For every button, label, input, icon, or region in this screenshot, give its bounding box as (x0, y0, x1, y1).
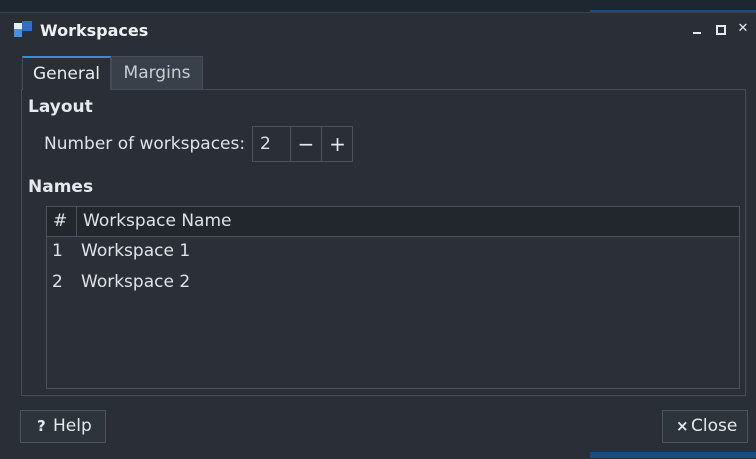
increment-button[interactable]: + (321, 127, 353, 161)
close-button[interactable]: × Close (662, 410, 748, 443)
help-button[interactable]: ? Help (20, 410, 106, 443)
title-bar[interactable]: Workspaces ✕ (0, 13, 756, 47)
tab-margins[interactable]: Margins (111, 56, 203, 90)
workspace-names-table: # Workspace Name 1 Workspace 1 2 Workspa… (46, 206, 740, 389)
window-title: Workspaces (40, 21, 149, 40)
layout-heading: Layout (28, 97, 93, 117)
row-number: 2 (52, 272, 63, 292)
table-row[interactable]: 1 Workspace 1 (47, 236, 739, 267)
close-icon[interactable]: ✕ (736, 22, 750, 36)
workspace-name-cell[interactable]: Workspace 1 (81, 236, 190, 267)
column-header-workspace-name[interactable]: Workspace Name (76, 207, 703, 236)
names-heading: Names (28, 177, 94, 197)
table-header: # Workspace Name (47, 207, 739, 237)
close-x-icon: × (676, 417, 689, 435)
table-row[interactable]: 2 Workspace 2 (47, 267, 739, 298)
row-number: 1 (52, 241, 63, 261)
close-label: Close (691, 416, 738, 436)
column-header-number[interactable]: # (53, 207, 75, 236)
help-icon: ? (37, 417, 46, 435)
tab-general[interactable]: General (22, 56, 111, 90)
decrement-button[interactable]: − (290, 127, 321, 161)
workspace-count-stepper: 2 − + (252, 126, 353, 162)
workspaces-dialog: Workspaces ✕ General Margins Layout Numb… (0, 12, 756, 459)
workspace-name-cell[interactable]: Workspace 2 (81, 267, 190, 298)
workspaces-icon (14, 21, 32, 37)
minimize-icon[interactable] (690, 22, 704, 36)
number-of-workspaces-label: Number of workspaces: (44, 134, 246, 154)
desktop-panel-accent-bottom (590, 452, 756, 458)
maximize-icon[interactable] (713, 22, 727, 36)
help-label: Help (53, 416, 92, 436)
